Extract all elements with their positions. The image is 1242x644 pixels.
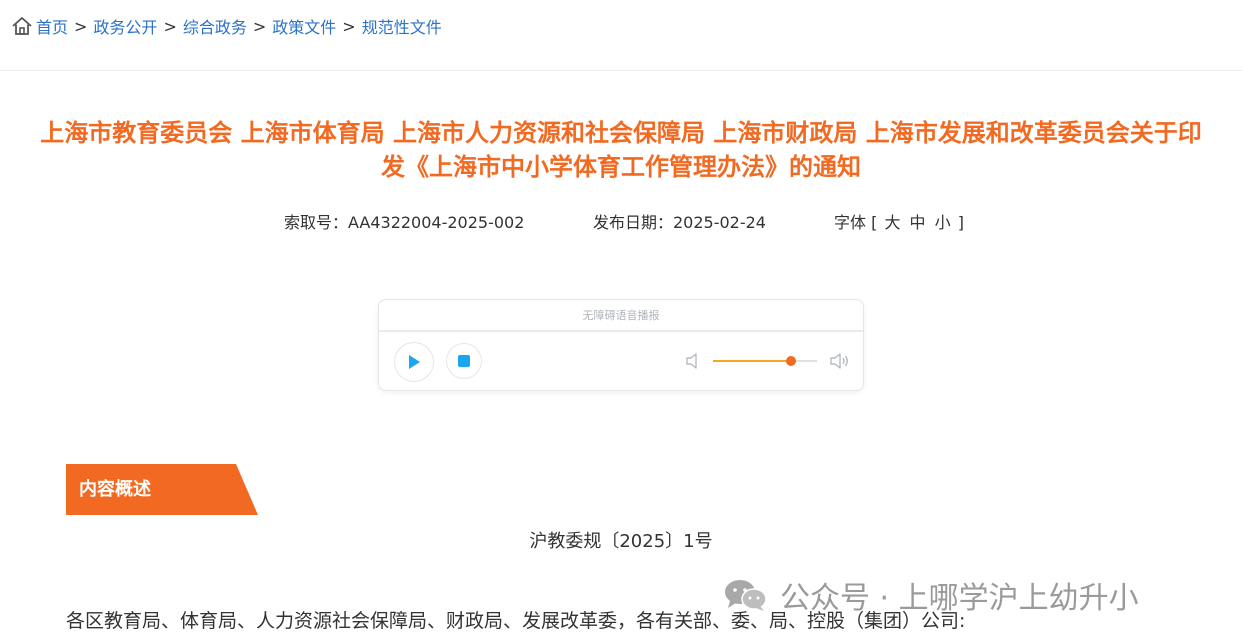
breadcrumb-separator: >	[163, 16, 177, 36]
home-icon[interactable]	[10, 14, 34, 38]
watermark-text: 公众号 · 上哪学沪上幼升小	[780, 581, 1139, 616]
article-meta: 索取号：AA4322004-2025-002 发布日期：2025-02-24 字…	[0, 209, 1242, 233]
content-summary-label: 内容概述	[79, 479, 151, 500]
stop-button[interactable]	[446, 343, 482, 379]
breadcrumb-government-affairs-link[interactable]: 政务公开	[93, 14, 157, 38]
play-icon	[409, 355, 420, 369]
volume-high-icon[interactable]	[829, 351, 851, 371]
breadcrumb: 首页 > 政务公开 > 综合政务 > 政策文件 > 规范性文件	[10, 12, 442, 40]
volume-slider-handle[interactable]	[786, 356, 796, 366]
wechat-icon	[725, 580, 767, 611]
content-summary-tag: 内容概述	[66, 464, 258, 515]
stop-icon	[458, 355, 470, 367]
wechat-watermark: 公众号 · 上哪学沪上幼升小	[722, 575, 1139, 616]
breadcrumb-policy-documents-link[interactable]: 政策文件	[272, 14, 336, 38]
font-size-suffix: ]	[957, 213, 965, 232]
breadcrumb-separator: >	[342, 16, 356, 36]
font-size-small-button[interactable]: 小	[935, 213, 951, 232]
header-divider	[0, 70, 1242, 71]
font-size-prefix: 字体 [	[834, 213, 878, 232]
audio-player-title: 无障碍语音播报	[379, 300, 863, 332]
play-button[interactable]	[394, 342, 434, 382]
page-title-line-2: 发《上海市中小学体育工作管理办法》的通知	[381, 153, 861, 181]
document-number: 沪教委规〔2025〕1号	[529, 531, 713, 552]
breadcrumb-normative-documents-link[interactable]: 规范性文件	[362, 14, 442, 38]
volume-slider[interactable]	[713, 356, 817, 366]
page-title: 上海市教育委员会 上海市体育局 上海市人力资源和社会保障局 上海市财政局 上海市…	[0, 116, 1242, 184]
font-size-large-button[interactable]: 大	[884, 213, 900, 232]
breadcrumb-separator: >	[252, 16, 267, 36]
volume-slider-fill	[713, 360, 791, 362]
breadcrumb-home-link[interactable]: 首页	[36, 14, 68, 38]
font-size-control: 字体 [ 大 中 小 ]	[834, 209, 964, 233]
audio-player: 无障碍语音播报	[378, 299, 864, 391]
publish-date: 发布日期：2025-02-24	[593, 213, 766, 232]
breadcrumb-separator: >	[74, 16, 88, 36]
volume-low-icon[interactable]	[685, 351, 701, 371]
breadcrumb-general-affairs-link[interactable]: 综合政务	[183, 14, 247, 38]
page-title-line-1: 上海市教育委员会 上海市体育局 上海市人力资源和社会保障局 上海市财政局 上海市…	[40, 119, 1202, 147]
font-size-medium-button[interactable]: 中	[910, 213, 926, 232]
index-number: 索取号：AA4322004-2025-002	[284, 213, 525, 232]
